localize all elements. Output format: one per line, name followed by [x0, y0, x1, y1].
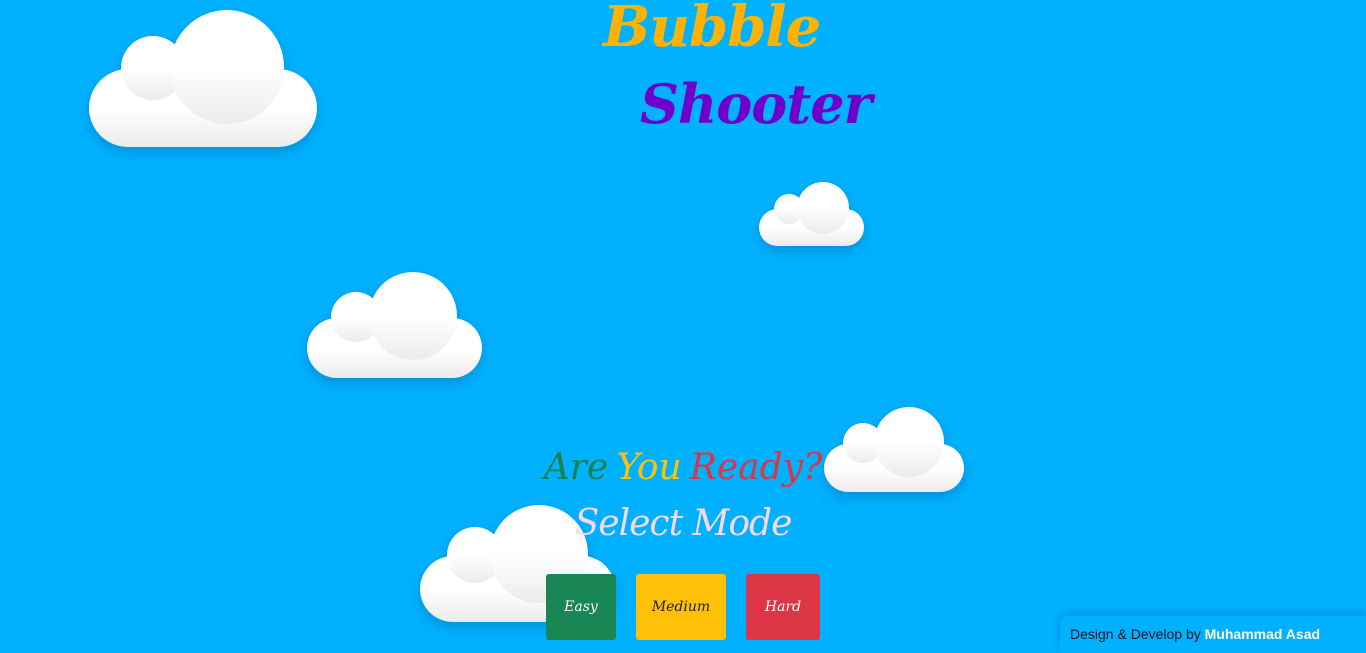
cloud-icon	[89, 10, 317, 147]
title-shooter: Shooter	[640, 72, 872, 136]
easy-mode-button[interactable]: Easy	[546, 574, 616, 640]
ready-word-ready: Ready?	[689, 447, 823, 488]
credit-prefix: Design & Develop by	[1070, 626, 1201, 642]
credit-author-link[interactable]: Muhammad Asad	[1205, 626, 1320, 642]
cloud-icon	[759, 182, 864, 246]
hard-mode-button[interactable]: Hard	[746, 574, 820, 640]
select-mode-heading: Select Mode	[574, 503, 793, 544]
ready-word-you: You	[616, 447, 682, 488]
cloud-icon	[307, 272, 482, 378]
medium-mode-button[interactable]: Medium	[636, 574, 726, 640]
title-bubble: Bubble	[603, 0, 821, 60]
credit-footer: Design & Develop by Muhammad Asad	[1060, 616, 1366, 653]
ready-prompt: Are You Ready?	[0, 447, 1366, 488]
ready-word-are: Are	[543, 447, 609, 488]
